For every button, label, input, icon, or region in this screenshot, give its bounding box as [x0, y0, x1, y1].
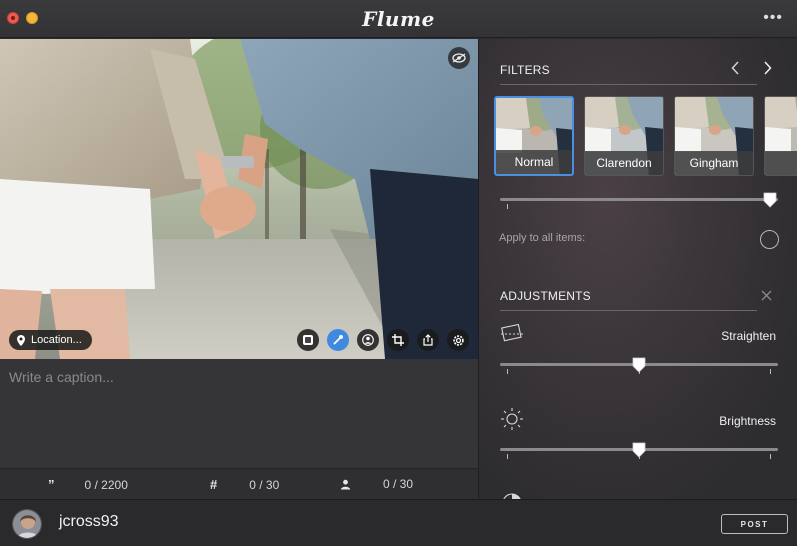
location-label: Location...: [31, 334, 82, 346]
apply-all-label: Apply to all items:: [499, 232, 586, 244]
hide-preview-eye-icon[interactable]: [448, 47, 470, 69]
eyedropper-icon: [333, 335, 343, 345]
hashtag-icon: #: [210, 477, 218, 492]
settings-button[interactable]: [447, 329, 469, 351]
filter-list: Normal Clarendon Gingham M: [494, 96, 797, 176]
more-options-icon[interactable]: •••: [763, 9, 783, 27]
filter-thumb-gingham[interactable]: Gingham: [674, 96, 754, 176]
crop-icon: [392, 334, 404, 346]
post-button[interactable]: POST: [721, 514, 788, 534]
filters-prev-button[interactable]: [731, 61, 740, 78]
filter-label: Clarendon: [585, 151, 663, 175]
filter-label: Gingham: [675, 151, 753, 175]
slider-tick: [506, 369, 508, 374]
straighten-slider[interactable]: [500, 356, 778, 374]
stack-icon: [303, 335, 313, 345]
slider-track: [500, 198, 778, 201]
edit-panel: FILTERS Normal Clarendon Gingham M Apply to…: [478, 39, 797, 499]
adjustments-title: ADJUSTMENTS: [500, 289, 591, 303]
gear-icon: [452, 334, 464, 346]
filters-next-button[interactable]: [763, 61, 772, 78]
caption-counters: ” 0 / 2200 # 0 / 30 0 / 30: [0, 468, 478, 499]
brightness-icon: [500, 407, 524, 436]
slider-tick: [506, 454, 508, 459]
app-title: Flume: [362, 7, 435, 31]
slider-thumb[interactable]: [763, 192, 777, 208]
filter-thumb-m[interactable]: M: [764, 96, 797, 176]
slider-tick: [770, 369, 772, 374]
username[interactable]: jcross93: [59, 513, 119, 531]
chevron-right-icon: [764, 61, 772, 75]
straighten-icon: [500, 323, 524, 350]
person-icon: [340, 479, 351, 489]
avatar[interactable]: [12, 509, 42, 539]
contrast-icon: [500, 491, 524, 499]
close-icon: [761, 290, 772, 301]
app-window: Flume ••• Location... Write a caption...…: [0, 0, 797, 546]
hashtag-count: 0 / 30: [249, 477, 280, 492]
filter-label: M: [765, 151, 797, 175]
mention-count: 0 / 30: [383, 477, 414, 491]
filter-thumb-normal[interactable]: Normal: [494, 96, 574, 176]
reset-adjustments-button[interactable]: [761, 288, 772, 304]
slider-tick: [506, 204, 508, 209]
brightness-label: Brightness: [719, 414, 776, 428]
person-icon: [362, 334, 374, 346]
share-icon: [423, 334, 433, 346]
edit-filter-button[interactable]: [327, 329, 349, 351]
filters-title: FILTERS: [500, 63, 550, 77]
photo-preview[interactable]: Location...: [0, 39, 478, 359]
slider-tick: [770, 454, 772, 459]
straighten-label: Straighten: [721, 329, 776, 343]
chevron-left-icon: [731, 61, 739, 75]
character-counter: ” 0 / 2200: [48, 477, 128, 492]
slider-thumb[interactable]: [632, 442, 646, 458]
character-count: 0 / 2200: [84, 477, 128, 492]
brightness-slider[interactable]: [500, 441, 778, 459]
photo-image: [0, 39, 478, 359]
location-button[interactable]: Location...: [9, 330, 92, 350]
mention-counter: 0 / 30: [340, 477, 413, 491]
filter-intensity-slider[interactable]: [500, 191, 778, 209]
photo-toolbar: [297, 329, 469, 351]
adjustments-divider: [500, 310, 757, 311]
filters-divider: [500, 84, 757, 85]
hashtag-counter: # 0 / 30: [210, 477, 279, 492]
caption-input[interactable]: [0, 359, 478, 468]
location-pin-icon: [17, 334, 25, 346]
quote-icon: ”: [48, 477, 55, 492]
filter-label: Normal: [496, 150, 572, 174]
apply-all-toggle[interactable]: [760, 230, 779, 249]
account-bar: jcross93 POST: [0, 499, 797, 546]
share-button[interactable]: [417, 329, 439, 351]
tag-people-button[interactable]: [357, 329, 379, 351]
multi-select-button[interactable]: [297, 329, 319, 351]
slider-thumb[interactable]: [632, 357, 646, 373]
filter-thumb-clarendon[interactable]: Clarendon: [584, 96, 664, 176]
crop-button[interactable]: [387, 329, 409, 351]
title-bar: Flume •••: [0, 0, 797, 38]
